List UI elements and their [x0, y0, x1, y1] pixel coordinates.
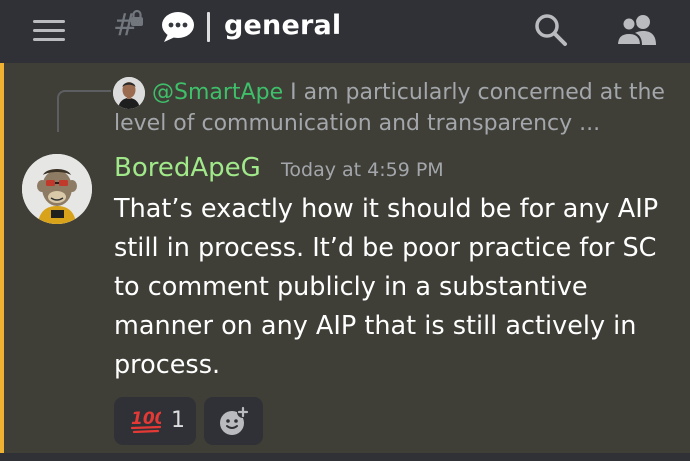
members-icon[interactable] [616, 12, 658, 48]
lock-icon [131, 10, 143, 26]
bottom-edge [0, 453, 690, 461]
channel-name: general [224, 10, 342, 41]
reply-mention[interactable]: @SmartApe [152, 80, 283, 105]
message-content: That’s exactly how it should be for any … [114, 194, 659, 380]
search-icon[interactable] [533, 12, 569, 48]
svg-text:100: 100 [131, 409, 161, 429]
reaction-count: 1 [171, 408, 185, 433]
reaction-hundred-points[interactable]: 100 1 [114, 397, 196, 445]
reply-connector [57, 90, 111, 132]
timestamp: Today at 4:59 PM [281, 159, 444, 181]
add-reaction-icon [220, 406, 249, 435]
reply-preview[interactable]: @SmartApe I am particularly concerned at… [114, 77, 674, 139]
avatar[interactable] [22, 154, 92, 224]
menu-icon[interactable] [33, 17, 67, 43]
header-divider [207, 12, 210, 42]
speech-bubble-icon [162, 12, 194, 42]
add-reaction-button[interactable] [204, 397, 263, 445]
highlight-bar [0, 63, 4, 461]
author-name[interactable]: BoredApeG [114, 151, 261, 185]
channel-header: # general [0, 0, 690, 63]
hundred-points-icon: 100 [131, 409, 161, 433]
message-list: @SmartApe I am particularly concerned at… [0, 63, 690, 461]
